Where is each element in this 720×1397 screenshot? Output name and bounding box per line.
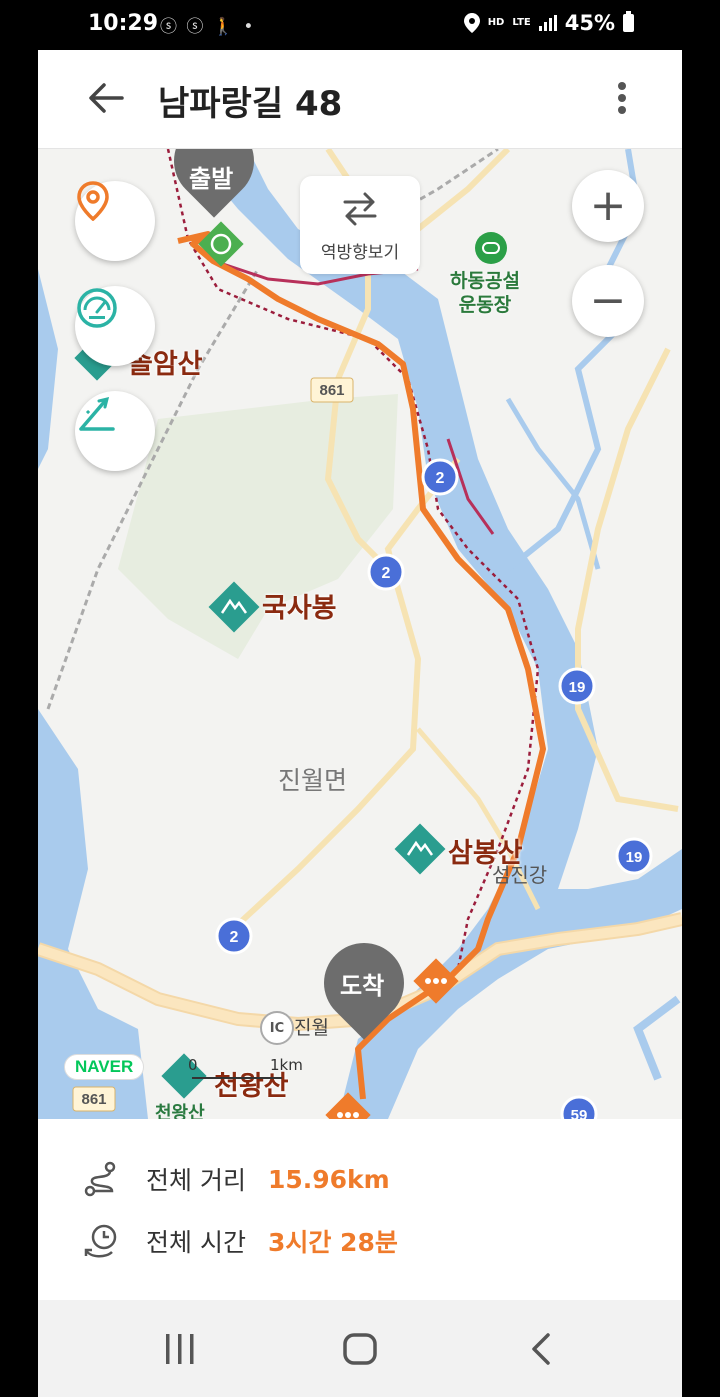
zoom-out-icon: − [589,275,627,326]
naver-logo: NAVER [64,1054,145,1080]
scale-1km: 1km [270,1056,303,1074]
road-19-badge-a: 19 [558,667,596,705]
reverse-direction-button[interactable]: 역방향보기 [300,176,420,274]
mountain-marker-gugsabong[interactable] [208,581,260,633]
road-2-badge-b: 2 [367,553,405,591]
back-arrow-icon[interactable] [86,78,126,118]
home-icon[interactable] [342,1332,378,1366]
road-59-text: 59 [571,1107,588,1119]
elevation-icon [79,396,115,431]
time-value: 3시간 28분 [267,1228,398,1257]
road-861-text: 861 [319,382,344,399]
system-nav-bar [38,1300,682,1397]
road-861-badge-bottom: 861 [72,1086,116,1112]
road-861-bottom-text: 861 [81,1091,106,1108]
status-right: HD LTE 45% [463,11,634,35]
road-19-b-text: 19 [626,849,643,866]
zoom-in-icon: + [589,180,627,231]
label-sports-field: 하동공설 운동장 [450,270,520,316]
road-19-badge-b: 19 [615,837,653,875]
waypoint-marker-2[interactable] [324,1091,372,1119]
distance-label: 전체 거리 [146,1166,246,1195]
location-pin-icon [77,181,109,221]
label-cheonwangsan-small: 천왕산 [155,1103,205,1119]
road-59-badge: 59 [560,1095,598,1119]
status-bar: 10:29 ⓢ ⓢ 🚶 • HD LTE 45% [0,0,720,50]
clock-icon [84,1224,117,1258]
label-seomjingang: 섬진강 [492,863,548,887]
distance-value: 15.96km [267,1164,390,1194]
battery-icon [623,11,634,32]
elevation-button[interactable] [75,391,155,471]
status-time: 10:29 [88,11,159,36]
lte-label: LTE [512,17,531,28]
end-label: 도착 [340,972,385,1000]
time-row: 전체 시간 3시간 28분 [82,1221,398,1261]
signal-icon [538,15,557,31]
app-header: 남파랑길 48 [38,50,682,149]
speedometer-icon [77,288,117,328]
kebab-menu-icon[interactable] [612,78,632,118]
road-19-a-text: 19 [569,679,586,696]
reverse-arrows-icon [343,192,377,226]
scale-bar [192,1077,282,1079]
sports-field-icon[interactable] [474,231,508,265]
zoom-in-button[interactable]: + [572,170,644,242]
nav-back-icon[interactable] [528,1332,554,1366]
route-map[interactable]: 861 861 2 2 2 19 19 59 국사봉 삼봉산 섬진강 진월면 솔… [38,149,682,1119]
app-screen: 남파랑길 48 861 861 2 2 2 19 19 59 국사봉 삼봉산 섬… [38,50,682,1300]
distance-row: 전체 거리 15.96km [82,1159,390,1199]
location-status-icon [463,13,480,33]
mountain-marker-cheonwangsan[interactable] [160,1052,208,1100]
scale-zero: 0 [188,1056,198,1074]
ic-badge: IC [260,1011,294,1045]
road-2-badge-a: 2 [421,458,459,496]
time-label: 전체 시간 [146,1228,246,1257]
mountain-marker-sambongsan[interactable] [394,823,446,875]
label-jinwol-myeon: 진월면 [278,766,348,795]
label-gugsabong: 국사봉 [262,593,337,624]
road-2-badge-c: 2 [215,917,253,955]
waypoint-marker[interactable] [412,957,460,1005]
trailhead-marker[interactable] [196,219,246,269]
start-label: 출발 [189,165,234,193]
notification-icons: ⓢ ⓢ 🚶 • [160,17,256,37]
zoom-out-button[interactable]: − [572,265,644,337]
distance-route-icon [84,1161,116,1197]
battery-percent: 45% [564,11,615,35]
road-861-badge: 861 [310,377,354,403]
road-2-b-text: 2 [382,565,391,582]
reverse-label: 역방향보기 [320,243,400,263]
route-summary: 전체 거리 15.96km 전체 시간 3시간 28분 [38,1119,682,1300]
label-ic-jinwol: 진월 [294,1017,329,1039]
my-location-button[interactable] [75,181,155,261]
hd-voice-label: HD [487,17,505,28]
road-2-c-text: 2 [230,929,239,946]
recents-icon[interactable] [164,1332,196,1366]
page-title: 남파랑길 48 [158,84,343,124]
road-2-a-text: 2 [436,470,445,487]
speed-button[interactable] [75,286,155,366]
